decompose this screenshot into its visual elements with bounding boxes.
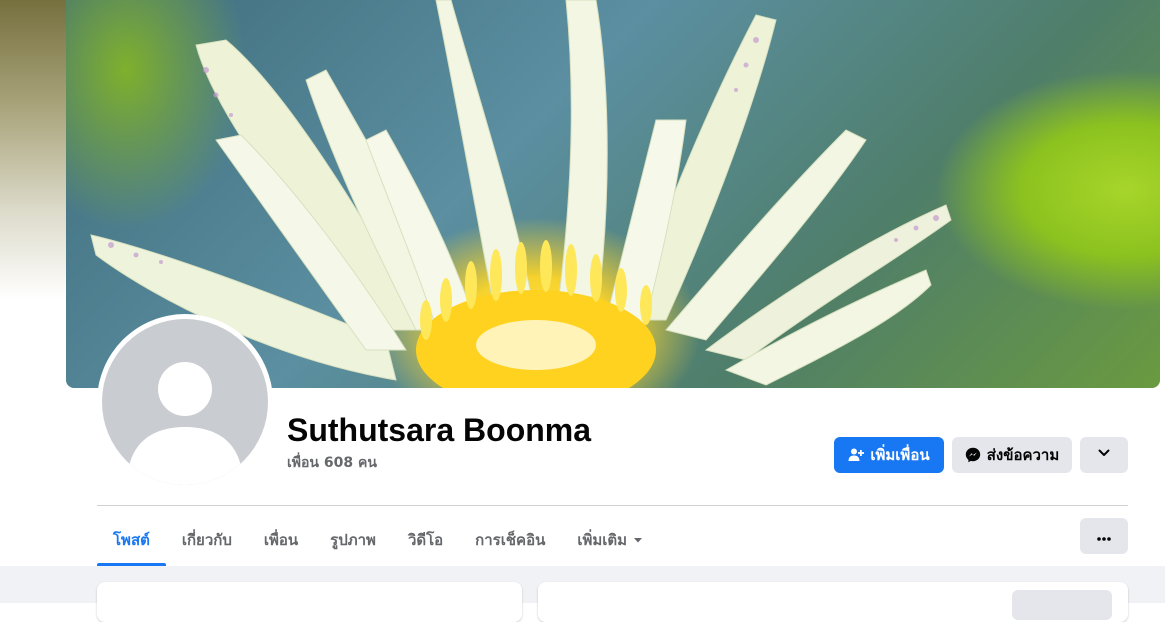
posts-card (538, 582, 1128, 622)
person-plus-icon (848, 447, 865, 463)
add-friend-button[interactable]: เพิ่มเพื่อน (834, 437, 944, 473)
tab-checkins-label: การเช็คอิน (475, 531, 546, 549)
message-button[interactable]: ส่งข้อความ (952, 437, 1072, 473)
header-divider (97, 505, 1128, 506)
friend-count-link[interactable]: เพื่อน 608 คน (287, 453, 377, 473)
tab-checkins[interactable]: การเช็คอิน (459, 514, 561, 566)
profile-tabs: โพสต์ เกี่ยวกับ เพื่อน รูปภาพ วิดีโอ การ… (97, 514, 659, 566)
default-user-icon (127, 362, 243, 485)
intro-card (97, 582, 522, 622)
tab-photos[interactable]: รูปภาพ (314, 514, 392, 566)
tab-videos[interactable]: วิดีโอ (392, 514, 459, 566)
posts-filter-button[interactable] (1012, 590, 1112, 620)
messenger-icon (965, 447, 981, 463)
caret-down-icon (633, 535, 643, 545)
tab-about[interactable]: เกี่ยวกับ (166, 514, 248, 566)
tab-posts[interactable]: โพสต์ (97, 514, 166, 566)
cover-blur-edge (0, 0, 66, 300)
ellipsis-icon (1096, 527, 1112, 546)
tab-friends-label: เพื่อน (263, 531, 299, 549)
tab-about-label: เกี่ยวกับ (181, 531, 232, 549)
tab-more[interactable]: เพิ่มเติม (561, 514, 659, 566)
tab-friends[interactable]: เพื่อน (248, 514, 314, 566)
profile-name: Suthutsara Boonma (287, 412, 592, 448)
tab-posts-label: โพสต์ (113, 531, 150, 549)
profile-avatar[interactable] (102, 319, 268, 485)
message-label: ส่งข้อความ (986, 446, 1060, 464)
chevron-down-icon (1097, 446, 1111, 464)
more-actions-button[interactable] (1080, 437, 1128, 473)
add-friend-label: เพิ่มเพื่อน (870, 446, 930, 464)
tab-videos-label: วิดีโอ (407, 531, 444, 549)
tab-photos-label: รูปภาพ (330, 531, 376, 549)
tab-more-label: เพิ่มเติม (577, 531, 628, 549)
tabs-menu-button[interactable] (1080, 518, 1128, 554)
